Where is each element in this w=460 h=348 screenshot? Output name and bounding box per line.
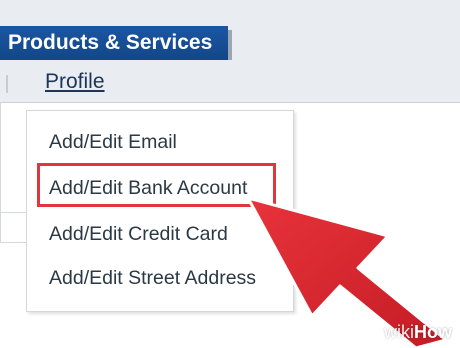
menu-item-add-edit-email[interactable]: Add/Edit Email [49, 131, 177, 154]
nav-divider [6, 75, 8, 93]
wikihow-watermark: wikiHow [384, 322, 452, 342]
menu-item-add-edit-credit-card[interactable]: Add/Edit Credit Card [49, 223, 228, 246]
tab-edge [228, 30, 232, 60]
background-frame-line [0, 102, 1, 242]
background-frame-line [0, 242, 26, 243]
background-frame-line [0, 212, 26, 213]
menu-item-add-edit-street-address[interactable]: Add/Edit Street Address [49, 267, 256, 290]
tab-products-services[interactable]: Products & Services [0, 26, 228, 60]
profile-link[interactable]: Profile [45, 70, 105, 94]
